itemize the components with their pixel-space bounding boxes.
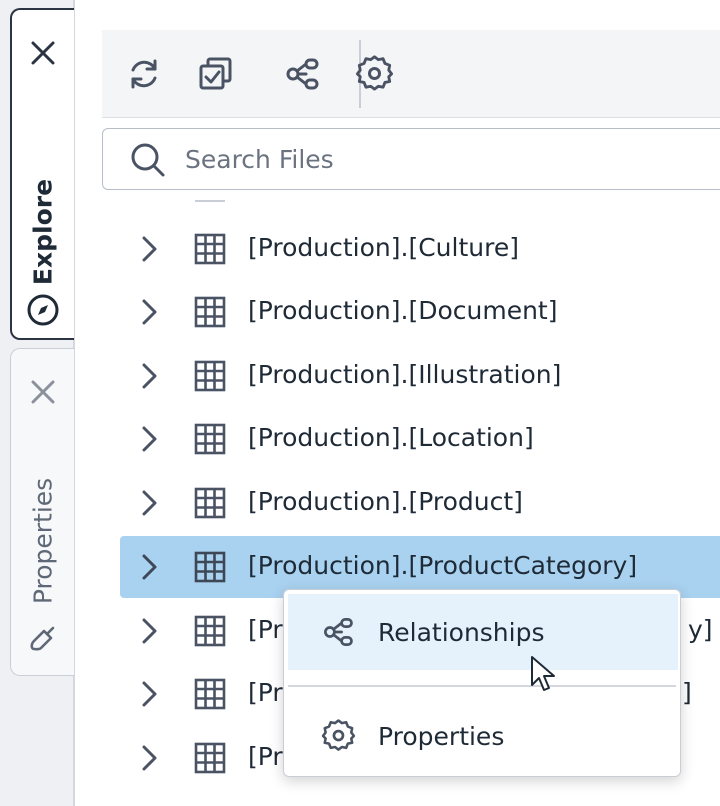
chevron-right-icon: [142, 490, 157, 516]
expand-chevron[interactable]: [136, 617, 164, 645]
chevron-right-icon: [142, 681, 157, 707]
close-icon: [31, 41, 55, 65]
refresh-button[interactable]: [122, 52, 166, 96]
menu-item-label: Relationships: [378, 617, 545, 647]
table-icon: [194, 678, 226, 710]
tree-row[interactable]: [Production].[Product]: [120, 472, 720, 534]
table-icon: [194, 296, 226, 328]
table-icon: [194, 742, 226, 774]
tree-row-label: [Pr: [248, 742, 283, 771]
table-icon: [194, 360, 226, 392]
settings-button[interactable]: [352, 52, 396, 96]
tree-row[interactable]: [Production].[Illustration]: [120, 345, 720, 407]
chevron-right-icon: [142, 618, 157, 644]
tree-row[interactable]: [Production].[Document]: [120, 281, 720, 343]
tab-properties[interactable]: Properties: [10, 348, 74, 676]
relationships-icon: [324, 618, 353, 646]
tab-properties-label: Properties: [28, 477, 57, 605]
tree-row-label: [Production].[Document]: [248, 296, 558, 325]
menu-divider: [288, 685, 676, 687]
tree-row[interactable]: [Production].[Location]: [120, 408, 720, 470]
tab-explore-label: Explore: [28, 178, 58, 286]
table-icon: [194, 233, 226, 265]
menu-item-properties[interactable]: Properties: [288, 698, 678, 774]
tree-row-label: [Production].[Location]: [248, 423, 534, 452]
table-icon: [194, 487, 226, 519]
menu-item-label: Properties: [378, 721, 505, 751]
tab-explore[interactable]: Explore: [10, 8, 74, 340]
expand-chevron[interactable]: [136, 425, 164, 453]
compass-icon: [27, 294, 59, 326]
tree-row-label-tail: ]: [682, 678, 692, 707]
brush-icon: [29, 626, 54, 651]
refresh-icon: [131, 59, 157, 89]
close-icon: [31, 380, 54, 404]
expand-chevron[interactable]: [136, 235, 164, 263]
chevron-right-icon: [142, 363, 157, 389]
chevron-right-icon: [142, 554, 157, 580]
expand-chevron[interactable]: [136, 680, 164, 708]
expand-chevron[interactable]: [136, 298, 164, 326]
tree-row[interactable]: [Production].[Culture]: [120, 218, 720, 280]
expand-chevron[interactable]: [136, 553, 164, 581]
tree-scroll-indicator: [195, 200, 225, 202]
mouse-cursor-icon: [531, 656, 555, 691]
table-icon: [194, 423, 226, 455]
select-all-button[interactable]: [194, 52, 238, 96]
search-icon: [131, 143, 165, 177]
chevron-right-icon: [142, 299, 157, 325]
tree-row-label: [Production].[Product]: [248, 487, 523, 516]
search-input[interactable]: [183, 139, 703, 179]
side-tab-strip: Explore Properties: [0, 0, 75, 806]
tree-row-label: [Production].[Illustration]: [248, 360, 562, 389]
table-icon: [194, 551, 226, 583]
chevron-right-icon: [142, 426, 157, 452]
search-box: [102, 128, 720, 190]
gear-icon: [321, 719, 356, 751]
table-icon: [194, 615, 226, 647]
gear-icon: [355, 55, 394, 91]
chevron-right-icon: [142, 745, 157, 771]
tree-row-label-tail: y]: [688, 615, 713, 644]
tree-row-label: [Pr: [248, 615, 283, 644]
expand-chevron[interactable]: [136, 489, 164, 517]
expand-chevron[interactable]: [136, 744, 164, 772]
close-properties-tab-button[interactable]: [11, 375, 74, 409]
relationships-button[interactable]: [280, 52, 324, 96]
tree-row-label: [Pr: [248, 678, 283, 707]
checkbox-stack-icon: [199, 57, 232, 90]
close-explore-tab-button[interactable]: [12, 36, 74, 70]
explorer-toolbar: [102, 30, 720, 118]
menu-item-relationships[interactable]: Relationships: [288, 594, 678, 670]
tree-row-label: [Production].[ProductCategory]: [248, 551, 638, 580]
tree-row-label: [Production].[Culture]: [248, 233, 519, 262]
relationships-icon: [286, 58, 319, 90]
context-menu: Relationships Properties: [283, 589, 681, 777]
explorer-window: Explore Properties Search Files [Product…: [0, 0, 720, 806]
expand-chevron[interactable]: [136, 362, 164, 390]
chevron-right-icon: [142, 236, 157, 262]
